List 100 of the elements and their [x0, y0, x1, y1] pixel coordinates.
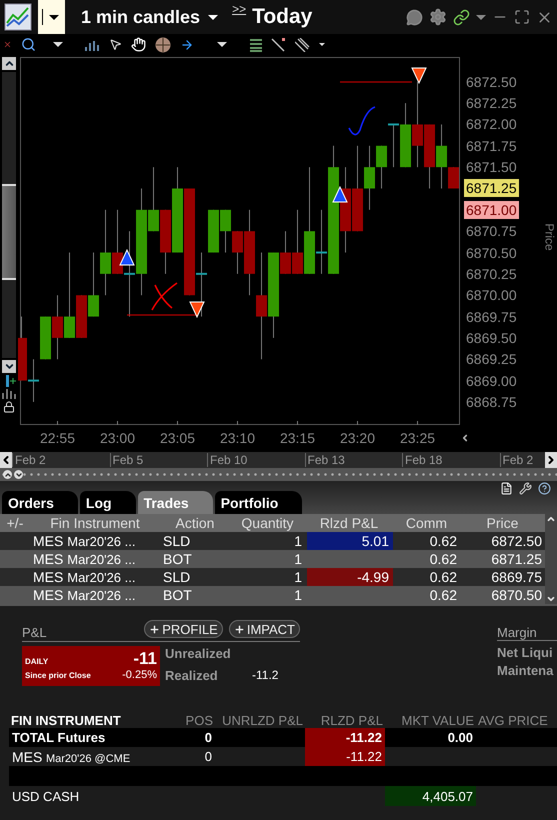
arrow-left-icon[interactable]	[460, 432, 470, 442]
table-cell-text: SLD	[162, 569, 192, 585]
table-cell: 4,405.07	[385, 786, 476, 806]
column-header[interactable]: POS	[160, 712, 215, 728]
bar-size-dropdown[interactable]: 1 min candles	[71, 6, 218, 28]
scroll-down-button[interactable]	[2, 360, 16, 373]
price-tag: 6871.00	[464, 200, 519, 219]
buy-marker-icon	[332, 186, 348, 202]
table-scrollbar[interactable]	[545, 514, 557, 604]
sell-marker-icon	[411, 68, 427, 84]
pnl-cell: -4.99	[307, 568, 393, 586]
crosshair-icon[interactable]	[155, 36, 171, 52]
price-label: 6870.00	[465, 286, 518, 304]
realized-value: -11.2	[252, 668, 278, 684]
daily-label: DAILY	[25, 657, 48, 666]
panel-tab[interactable]: Log	[80, 491, 136, 514]
axis-title: Price	[542, 223, 556, 251]
document-icon[interactable]	[500, 482, 513, 495]
chart-logo-icon[interactable]	[4, 3, 32, 31]
price-label: 6869.75	[465, 308, 518, 326]
scroll-right-button[interactable]	[545, 452, 557, 468]
table-cell-text: 0.62	[428, 587, 458, 603]
time-label: 22:55	[38, 430, 76, 446]
lock-icon[interactable]	[3, 401, 15, 413]
scroll-up-button[interactable]	[2, 57, 16, 70]
column-header[interactable]: Quantity	[230, 515, 305, 531]
unrealized-label: Unrealized	[165, 646, 232, 663]
candle	[220, 209, 231, 254]
daily-value: -11	[133, 649, 157, 669]
scroll-track[interactable]	[2, 72, 16, 358]
time-label: 23:00	[98, 430, 136, 446]
maximize-icon[interactable]	[514, 9, 530, 25]
date-label: Feb 13	[304, 453, 402, 467]
symbol-input-field[interactable]	[38, 0, 65, 34]
bar-chart-icon[interactable]	[84, 38, 100, 50]
scroll-thumb[interactable]	[2, 184, 16, 280]
close-icon[interactable]	[3, 40, 12, 49]
wrench-icon[interactable]	[519, 482, 532, 495]
pnl-cell: -11.22	[305, 728, 385, 747]
table-cell-text: 0	[204, 748, 213, 766]
scroll-left-button[interactable]	[0, 452, 12, 468]
arrow-right-icon[interactable]	[180, 38, 194, 52]
nav-link[interactable]: >>	[232, 2, 246, 16]
bars-icon[interactable]	[2, 389, 16, 399]
column-header[interactable]: Action	[160, 515, 230, 531]
collapse-down-button[interactable]	[14, 470, 23, 479]
table-cell-text: MES Mar20'26 ...	[32, 569, 136, 585]
ladder-icon[interactable]	[250, 38, 262, 52]
panel-tab[interactable]: Orders	[2, 491, 78, 514]
column-header[interactable]: Price	[460, 515, 545, 531]
help-icon[interactable]	[538, 482, 551, 495]
column-header[interactable]: Rlzd P&L	[305, 515, 393, 531]
section-title: P&L	[22, 625, 48, 640]
panel-tab[interactable]: Portfolio	[214, 491, 302, 514]
realized-label: Realized	[165, 668, 219, 684]
expand-button[interactable]: IMPACT	[228, 620, 300, 638]
collapse-up-button[interactable]	[3, 470, 12, 479]
sell-marker-icon	[189, 302, 205, 318]
price-label: 6869.50	[465, 328, 518, 347]
margin-label: Maintena	[497, 663, 554, 678]
expand-button[interactable]: PROFILE	[144, 620, 223, 638]
time-label: 23:15	[278, 430, 316, 446]
table-cell-text: MES Mar20'26 ...	[32, 551, 136, 567]
hand-icon[interactable]	[131, 37, 146, 52]
period-dropdown[interactable]: Today	[252, 5, 312, 29]
price-chart[interactable]	[18, 55, 460, 425]
time-label: 23:10	[218, 430, 256, 446]
column-header[interactable]: Comm	[393, 515, 460, 531]
column-header[interactable]: UNRLZD P&L	[215, 712, 305, 728]
panel-tab[interactable]: Trades	[138, 491, 213, 514]
column-header[interactable]: RLZD P&L	[305, 712, 385, 728]
price-label: 6869.25	[465, 350, 518, 368]
column-header[interactable]: AVG PRICE	[476, 712, 548, 728]
pointer-icon[interactable]	[109, 38, 122, 51]
time-label: 23:25	[398, 430, 436, 446]
since-label: Since prior Close	[25, 671, 91, 680]
trend-line-icon[interactable]	[271, 38, 286, 52]
channel-icon[interactable]	[295, 38, 310, 52]
table-cell-text: 1	[293, 551, 303, 567]
chat-icon[interactable]	[406, 8, 423, 26]
candle	[112, 209, 123, 274]
table-cell-text: 0.62	[428, 569, 458, 585]
column-header[interactable]: MKT VALUE	[385, 712, 476, 728]
table-cell-text: MES Mar20'26 @CME	[11, 748, 132, 766]
table-cell-text: 1	[293, 533, 303, 549]
table-cell-text: BOT	[162, 551, 193, 567]
column-header[interactable]: FIN INSTRUMENT	[9, 712, 160, 728]
candle	[160, 209, 171, 274]
stop-line	[126, 314, 196, 316]
column-header[interactable]: Fin Instrument	[30, 515, 160, 531]
price-tag: 6871.25	[464, 179, 519, 198]
table-cell-text: 0.62	[428, 551, 458, 567]
price-label: 6869.00	[465, 372, 518, 390]
column-header[interactable]: +/-	[0, 515, 30, 531]
link-icon[interactable]	[453, 8, 470, 26]
chevron-down-icon	[4, 361, 14, 372]
time-label: 23:20	[338, 430, 376, 446]
search-icon[interactable]	[21, 37, 36, 52]
settings-icon[interactable]	[429, 8, 447, 26]
table-cell-text: 0	[204, 729, 213, 747]
